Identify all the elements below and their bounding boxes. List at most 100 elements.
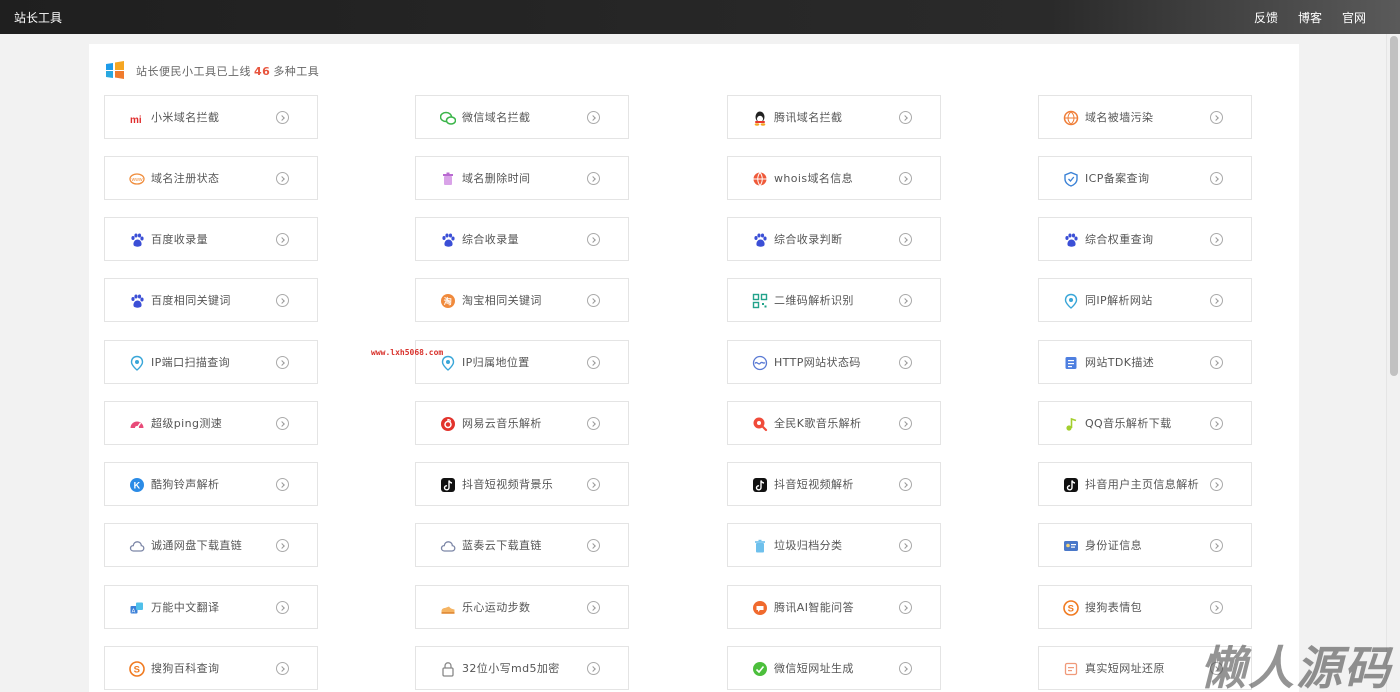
tool-tile[interactable]: QQ音乐解析下载 <box>1038 401 1252 445</box>
nav-official-site-link[interactable]: 官网 <box>1342 9 1366 26</box>
chevron-right-circle-icon[interactable] <box>276 539 289 552</box>
tool-tile[interactable]: 淘淘宝相同关键词 <box>415 278 629 322</box>
chevron-right-circle-icon[interactable] <box>276 662 289 675</box>
wechat-green-icon <box>753 662 767 676</box>
tool-tile[interactable]: 综合收录判断 <box>727 217 941 261</box>
tool-tile[interactable]: 32位小写md5加密 <box>415 646 629 690</box>
tool-tile[interactable]: 百度相同关键词 <box>104 278 318 322</box>
tool-tile[interactable]: mi 小米域名拦截 <box>104 95 318 139</box>
chevron-right-circle-icon[interactable] <box>1210 172 1223 185</box>
tool-tile[interactable]: 二维码解析识别 <box>727 278 941 322</box>
tool-tile[interactable]: 垃圾归档分类 <box>727 523 941 567</box>
tool-tile[interactable]: 同IP解析网站 <box>1038 278 1252 322</box>
tool-tile[interactable]: ICP备案查询 <box>1038 156 1252 200</box>
tool-tile[interactable]: 抖音短视频背景乐 <box>415 462 629 506</box>
chevron-right-circle-icon[interactable] <box>1210 356 1223 369</box>
chevron-right-circle-icon[interactable] <box>899 539 912 552</box>
tool-label: 腾讯域名拦截 <box>774 111 843 124</box>
chevron-right-circle-icon[interactable] <box>587 233 600 246</box>
tool-label: 同IP解析网站 <box>1085 294 1153 307</box>
chevron-right-circle-icon[interactable] <box>587 172 600 185</box>
tool-label: ICP备案查询 <box>1085 172 1150 185</box>
tool-tile[interactable]: 身份证信息 <box>1038 523 1252 567</box>
tool-tile[interactable]: IP端口扫描查询 <box>104 340 318 384</box>
chevron-right-circle-icon[interactable] <box>899 601 912 614</box>
trash-bin-icon <box>755 539 765 553</box>
chevron-right-circle-icon[interactable] <box>276 172 289 185</box>
tool-tile[interactable]: 蓝奏云下载直链 <box>415 523 629 567</box>
chevron-right-circle-icon[interactable] <box>587 111 600 124</box>
chevron-right-circle-icon[interactable] <box>587 478 600 491</box>
chevron-right-circle-icon[interactable] <box>587 601 600 614</box>
tool-tile[interactable]: HTTP网站状态码 <box>727 340 941 384</box>
tool-tile[interactable]: 抖音用户主页信息解析 <box>1038 462 1252 506</box>
document-icon <box>1065 357 1077 369</box>
chevron-right-circle-icon[interactable] <box>899 478 912 491</box>
tool-tile[interactable]: 网易云音乐解析 <box>415 401 629 445</box>
tool-tile[interactable]: S 搜狗表情包 <box>1038 585 1252 629</box>
header-prefix: 站长便民小工具已上线 <box>136 65 251 78</box>
tool-tile[interactable]: 超级ping测速 <box>104 401 318 445</box>
chevron-right-circle-icon[interactable] <box>1210 111 1223 124</box>
tool-tile[interactable]: 微信短网址生成 <box>727 646 941 690</box>
chevron-right-circle-icon[interactable] <box>587 539 600 552</box>
tool-tile[interactable]: 百度收录量 <box>104 217 318 261</box>
chevron-right-circle-icon[interactable] <box>899 294 912 307</box>
chevron-right-circle-icon[interactable] <box>276 356 289 369</box>
tool-tile[interactable]: 微信域名拦截 <box>415 95 629 139</box>
svg-text:mi: mi <box>130 115 142 126</box>
tool-label: 综合收录量 <box>462 233 519 246</box>
chevron-right-circle-icon[interactable] <box>587 294 600 307</box>
chevron-right-circle-icon[interactable] <box>899 111 912 124</box>
tool-tile[interactable]: 腾讯AI智能问答 <box>727 585 941 629</box>
tool-tile[interactable]: 腾讯域名拦截 <box>727 95 941 139</box>
tool-tile[interactable]: 域名被墙污染 <box>1038 95 1252 139</box>
chevron-right-circle-icon[interactable] <box>1210 233 1223 246</box>
chevron-right-circle-icon[interactable] <box>587 662 600 675</box>
tools-panel: 站长便民小工具已上线 46 多种工具 mi 小米域名拦截 微信域名拦截 腾讯域名拦截 域名被… <box>89 44 1299 692</box>
chevron-right-circle-icon[interactable] <box>1210 539 1223 552</box>
chevron-right-circle-icon[interactable] <box>276 417 289 430</box>
globe-blocked-icon <box>1063 110 1079 126</box>
chevron-right-circle-icon[interactable] <box>1210 478 1223 491</box>
tool-tile[interactable]: 抖音短视频解析 <box>727 462 941 506</box>
tool-tile[interactable]: www 域名注册状态 <box>104 156 318 200</box>
location-pin-icon <box>441 355 455 371</box>
chevron-right-circle-icon[interactable] <box>899 172 912 185</box>
chevron-right-circle-icon[interactable] <box>1210 601 1223 614</box>
ai-chat-icon <box>753 601 767 615</box>
tool-tile[interactable]: whois域名信息 <box>727 156 941 200</box>
chevron-right-circle-icon[interactable] <box>899 233 912 246</box>
chevron-right-circle-icon[interactable] <box>276 601 289 614</box>
nav-blog-link[interactable]: 博客 <box>1298 9 1322 26</box>
chevron-right-circle-icon[interactable] <box>587 356 600 369</box>
tool-tile[interactable]: 综合收录量 <box>415 217 629 261</box>
chevron-right-circle-icon[interactable] <box>276 294 289 307</box>
chevron-right-circle-icon[interactable] <box>1210 294 1223 307</box>
chevron-right-circle-icon[interactable] <box>899 417 912 430</box>
tool-tile[interactable]: 综合权重查询 <box>1038 217 1252 261</box>
chevron-right-circle-icon[interactable] <box>587 417 600 430</box>
tool-tile[interactable]: A 万能中文翻译 <box>104 585 318 629</box>
tool-tile[interactable]: 全民K歌音乐解析 <box>727 401 941 445</box>
id-card-icon <box>1064 541 1078 551</box>
tool-tile[interactable]: IP归属地位置 <box>415 340 629 384</box>
tool-tile[interactable]: 域名删除时间 <box>415 156 629 200</box>
chevron-right-circle-icon[interactable] <box>899 356 912 369</box>
sogou-icon: S <box>129 661 145 677</box>
tool-tile[interactable]: 乐心运动步数 <box>415 585 629 629</box>
scrollbar-thumb[interactable] <box>1390 36 1398 376</box>
page-scrollbar[interactable] <box>1386 34 1400 692</box>
chevron-right-circle-icon[interactable] <box>276 233 289 246</box>
chevron-right-circle-icon[interactable] <box>899 662 912 675</box>
tool-tile[interactable]: K 酷狗铃声解析 <box>104 462 318 506</box>
tool-tile[interactable]: 诚通网盘下载直链 <box>104 523 318 567</box>
tool-tile[interactable]: 网站TDK描述 <box>1038 340 1252 384</box>
nav-feedback-link[interactable]: 反馈 <box>1254 9 1278 26</box>
chevron-right-circle-icon[interactable] <box>276 478 289 491</box>
brand-title[interactable]: 站长工具 <box>14 9 62 26</box>
tool-tile[interactable]: S 搜狗百科查询 <box>104 646 318 690</box>
chevron-right-circle-icon[interactable] <box>1210 417 1223 430</box>
wave-icon <box>752 355 768 371</box>
chevron-right-circle-icon[interactable] <box>276 111 289 124</box>
